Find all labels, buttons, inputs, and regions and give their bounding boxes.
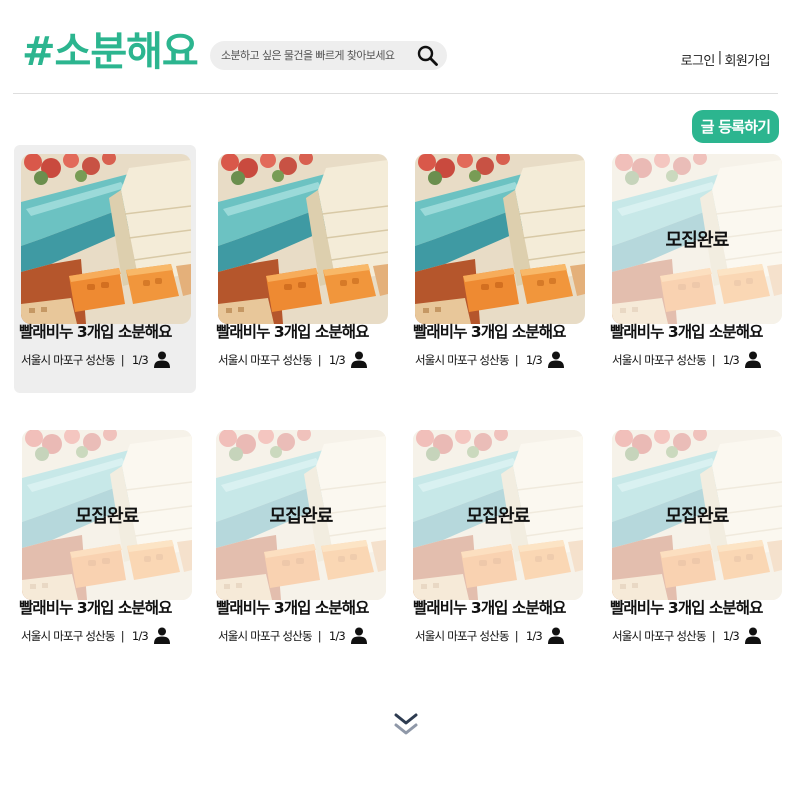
- participant-count: 1/3: [328, 628, 346, 643]
- post-meta: 서울시 마포구 성산동 | 1/3: [218, 627, 367, 644]
- auth-links: 로그인 | 회원가입: [681, 50, 771, 69]
- post-thumbnail[interactable]: 모집완료: [413, 430, 583, 600]
- post-card[interactable]: 모집완료 빨래비누 3개입 소분해요서울시 마포구 성산동 | 1/3: [406, 421, 588, 669]
- post-card[interactable]: 빨래비누 3개입 소분해요서울시 마포구 성산동 | 1/3: [14, 145, 196, 393]
- participant-count: 1/3: [525, 628, 543, 643]
- post-meta: 서울시 마포구 성산동 | 1/3: [415, 351, 564, 368]
- post-title[interactable]: 빨래비누 3개입 소분해요: [610, 320, 763, 342]
- person-icon: [154, 627, 170, 644]
- post-location: 서울시 마포구 성산동: [415, 628, 510, 643]
- post-location: 서울시 마포구 성산동: [612, 628, 707, 643]
- post-thumbnail[interactable]: 모집완료: [22, 430, 192, 600]
- post-thumbnail[interactable]: [21, 154, 191, 324]
- search-icon[interactable]: [415, 44, 439, 68]
- post-meta: 서울시 마포구 성산동 | 1/3: [415, 627, 564, 644]
- post-location: 서울시 마포구 성산동: [415, 352, 510, 367]
- post-thumbnail[interactable]: 모집완료: [612, 430, 782, 600]
- meta-separator: |: [317, 628, 322, 643]
- post-thumbnail[interactable]: [218, 154, 388, 324]
- post-title[interactable]: 빨래비누 3개입 소분해요: [413, 596, 566, 618]
- status-overlay: 모집완료: [413, 430, 583, 600]
- post-meta: 서울시 마포구 성산동 | 1/3: [612, 351, 761, 368]
- post-card[interactable]: 모집완료 빨래비누 3개입 소분해요서울시 마포구 성산동 | 1/3: [15, 421, 197, 669]
- meta-separator: |: [120, 628, 125, 643]
- post-location: 서울시 마포구 성산동: [21, 628, 116, 643]
- meta-separator: |: [120, 352, 125, 367]
- post-location: 서울시 마포구 성산동: [218, 628, 313, 643]
- person-icon: [548, 351, 564, 368]
- header-divider: [13, 93, 778, 94]
- post-meta: 서울시 마포구 성산동 | 1/3: [21, 627, 170, 644]
- post-title[interactable]: 빨래비누 3개입 소분해요: [610, 596, 763, 618]
- meta-separator: |: [711, 352, 716, 367]
- post-card[interactable]: 모집완료 빨래비누 3개입 소분해요서울시 마포구 성산동 | 1/3: [209, 421, 391, 669]
- status-overlay: 모집완료: [612, 154, 782, 324]
- post-thumbnail[interactable]: [415, 154, 585, 324]
- person-icon: [548, 627, 564, 644]
- post-card[interactable]: 모집완료 빨래비누 3개입 소분해요서울시 마포구 성산동 | 1/3: [605, 145, 787, 393]
- post-title[interactable]: 빨래비누 3개입 소분해요: [216, 320, 369, 342]
- auth-separator: |: [717, 50, 722, 65]
- participant-count: 1/3: [328, 352, 346, 367]
- person-icon: [351, 627, 367, 644]
- meta-separator: |: [317, 352, 322, 367]
- post-meta: 서울시 마포구 성산동 | 1/3: [218, 351, 367, 368]
- status-overlay: 모집완료: [216, 430, 386, 600]
- status-overlay: 모집완료: [22, 430, 192, 600]
- meta-separator: |: [514, 628, 519, 643]
- participant-count: 1/3: [131, 352, 149, 367]
- search-bar: [210, 41, 447, 70]
- person-icon: [745, 351, 761, 368]
- post-title[interactable]: 빨래비누 3개입 소분해요: [413, 320, 566, 342]
- chevron-double-down-icon[interactable]: [393, 713, 419, 737]
- participant-count: 1/3: [525, 352, 543, 367]
- create-post-button[interactable]: 글 등록하기: [692, 110, 779, 143]
- post-card[interactable]: 모집완료 빨래비누 3개입 소분해요서울시 마포구 성산동 | 1/3: [605, 421, 787, 669]
- participant-count: 1/3: [722, 352, 740, 367]
- post-meta: 서울시 마포구 성산동 | 1/3: [21, 351, 170, 368]
- participant-count: 1/3: [722, 628, 740, 643]
- post-card[interactable]: 빨래비누 3개입 소분해요서울시 마포구 성산동 | 1/3: [408, 145, 590, 393]
- person-icon: [745, 627, 761, 644]
- post-card[interactable]: 빨래비누 3개입 소분해요서울시 마포구 성산동 | 1/3: [211, 145, 393, 393]
- post-title[interactable]: 빨래비누 3개입 소분해요: [19, 596, 172, 618]
- search-input[interactable]: [221, 49, 415, 62]
- participant-count: 1/3: [131, 628, 149, 643]
- app-logo[interactable]: #소분해요: [22, 28, 199, 76]
- meta-separator: |: [514, 352, 519, 367]
- post-meta: 서울시 마포구 성산동 | 1/3: [612, 627, 761, 644]
- status-overlay: 모집완료: [612, 430, 782, 600]
- meta-separator: |: [711, 628, 716, 643]
- post-location: 서울시 마포구 성산동: [218, 352, 313, 367]
- post-location: 서울시 마포구 성산동: [612, 352, 707, 367]
- post-location: 서울시 마포구 성산동: [21, 352, 116, 367]
- post-title[interactable]: 빨래비누 3개입 소분해요: [216, 596, 369, 618]
- login-link[interactable]: 로그인: [681, 50, 716, 69]
- person-icon: [154, 351, 170, 368]
- post-title[interactable]: 빨래비누 3개입 소분해요: [19, 320, 172, 342]
- signup-link[interactable]: 회원가입: [725, 50, 771, 69]
- person-icon: [351, 351, 367, 368]
- post-thumbnail[interactable]: 모집완료: [612, 154, 782, 324]
- post-thumbnail[interactable]: 모집완료: [216, 430, 386, 600]
